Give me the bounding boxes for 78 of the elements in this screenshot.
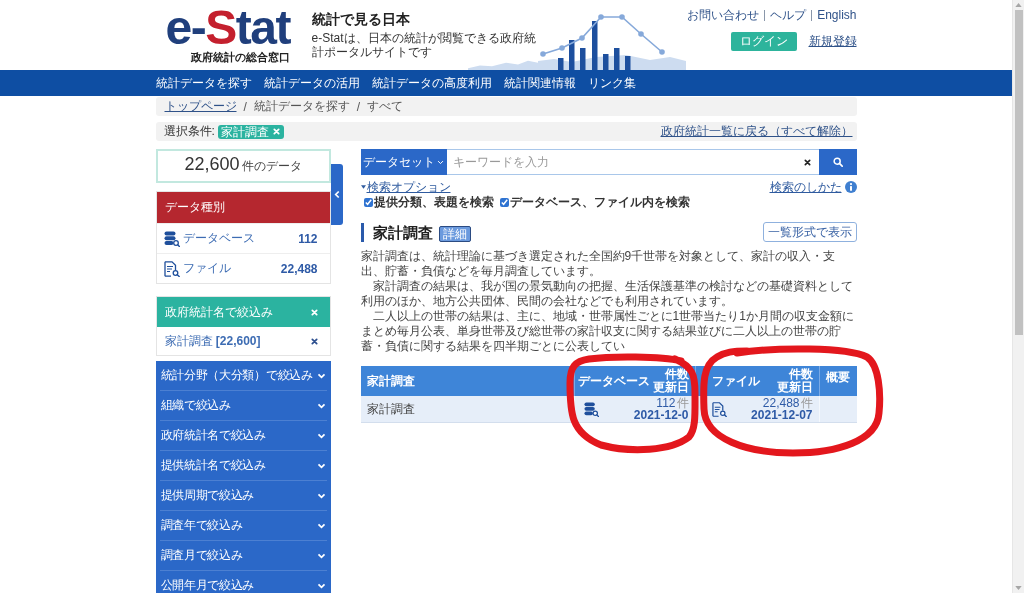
survey-title: 家計調査 (360, 222, 433, 242)
logo-wordmark[interactable]: e-Stat (165, 8, 290, 48)
filter-group-toggle[interactable]: 公開年月で絞込み (159, 571, 327, 593)
breadcrumb-separator: / (356, 99, 361, 114)
header-link[interactable]: お問い合わせ (687, 8, 760, 22)
column-header: 概要 (826, 369, 850, 386)
panel-title: 政府統計名で絞込み (164, 303, 273, 321)
update-date: 2021-12-0 (633, 409, 689, 421)
filter-group-toggle[interactable]: 調査年で絞込み (159, 511, 327, 541)
update-date: 2021-12-07 (751, 409, 813, 421)
data-type-count: 112 (298, 231, 318, 246)
reset-filters-link[interactable]: 政府統計一覧に戻る（すべて解除） (660, 123, 853, 140)
breadcrumb-separator: / (243, 99, 247, 114)
register-link[interactable]: 新規登録 (808, 33, 857, 50)
record-count: 22,488 (762, 397, 800, 409)
chevron-left-icon (333, 190, 340, 199)
breadcrumb-item: 統計データを探す (253, 98, 350, 115)
column-subheader: 件数 (788, 368, 813, 381)
nav-link[interactable]: 統計データの高度利用 (371, 74, 492, 92)
filter-group-toggle[interactable]: 提供統計名で絞込み (159, 451, 327, 481)
data-type-link[interactable]: データベース (182, 230, 255, 247)
record-count: 112 (656, 397, 676, 409)
filter-group-toggle[interactable]: 政府統計名で絞込み (159, 421, 327, 451)
panel-header: データ種別 (156, 192, 330, 223)
description-paragraph: 家計調査の結果は、我が国の景気動向の把握、生活保護基準の検討などの基礎資料として利用のほか、地方公共団体、民間の会社などでも利用されています。 (360, 279, 854, 309)
checkbox-label: 提供分類、表題を検索 (373, 195, 494, 209)
filter-label: 選択条件: (163, 123, 215, 140)
table-cell: 家計調査 (366, 400, 415, 418)
search-icon (832, 157, 843, 167)
result-count-unit: 件のデータ (241, 158, 302, 175)
description-paragraph: 二人以上の世帯の結果は、主に、地域・世帯属性ごとに1世帯当たり1か月間の収支金額にまとめ毎月公表、単身世帯及び総世帯の家計収支に関する結果並びに二人以上の世帯の貯蓄・負債に関する結果を四半期ごとに公表してい (360, 309, 855, 354)
result-count: 22,600 (184, 154, 240, 175)
description-paragraph: 家計調査は、統計理論に基づき選定された全国約9千世帯を対象として、家計の収入・支出、貯蓄・負債などを毎月調査しています。 (360, 249, 837, 279)
database-search-icon (163, 230, 180, 247)
checkbox[interactable] (499, 197, 509, 207)
search-options-link[interactable]: 検索オプション (360, 178, 451, 196)
site-subtitle: e-Statは、日本の統計が閲覧できる政府統計ポータルサイトです (311, 31, 537, 59)
active-filter-link[interactable]: 家計調査 [22,600] (164, 332, 261, 350)
breadcrumb-item: すべて (367, 98, 404, 115)
info-icon[interactable] (844, 181, 857, 193)
header-link[interactable]: ヘルプ (770, 8, 807, 22)
filter-group-toggle[interactable]: 統計分野（大分類）で絞込み (159, 361, 327, 391)
hills-drawing (467, 59, 538, 70)
column-subheader: 更新日 (652, 381, 689, 394)
search-help-link[interactable]: 検索のしかた (769, 178, 842, 196)
header-link[interactable]: English (817, 8, 857, 22)
document-search-icon[interactable] (711, 401, 727, 417)
document-search-icon (163, 260, 180, 277)
nav-link[interactable]: 統計関連情報 (503, 74, 576, 92)
column-subheader: 件数 (664, 368, 689, 381)
close-icon[interactable] (310, 337, 318, 345)
filter-group-toggle[interactable]: 組織で絞込み (159, 391, 327, 421)
scrollbar[interactable] (1012, 0, 1024, 593)
column-header: 家計調査 (366, 372, 415, 390)
scrollbar-thumb[interactable] (1014, 10, 1023, 335)
count-unit: 件 (676, 397, 689, 409)
filter-group-toggle[interactable]: 提供周期で絞込み (159, 481, 327, 511)
data-type-count: 22,488 (280, 261, 318, 276)
breadcrumb-link[interactable]: トップページ (164, 98, 237, 115)
checkbox-label: データベース、ファイル内を検索 (509, 195, 690, 209)
checkbox[interactable] (363, 197, 373, 207)
chevron-down-icon (437, 159, 444, 165)
count-unit: 件 (800, 397, 813, 409)
nav-link[interactable]: 統計データの活用 (263, 74, 360, 92)
filter-group-toggle[interactable]: 調査月で絞込み (159, 541, 327, 571)
nav-link[interactable]: リンク集 (587, 74, 636, 92)
nav-link[interactable]: 統計データを探す (155, 74, 252, 92)
database-search-icon[interactable] (583, 401, 599, 417)
list-view-button[interactable]: 一覧形式で表示 (762, 222, 857, 242)
scope-dropdown[interactable]: データセット (360, 149, 447, 175)
search-button[interactable] (818, 149, 857, 175)
column-subheader: 更新日 (776, 381, 813, 394)
data-type-link[interactable]: ファイル (182, 260, 231, 277)
column-header: ファイル (712, 372, 760, 390)
column-header: データベース (577, 372, 650, 390)
site-title: 統計で見る日本 (311, 11, 410, 27)
close-icon[interactable] (803, 158, 811, 166)
logo-tagline: 政府統計の総合窓口 (190, 51, 290, 64)
